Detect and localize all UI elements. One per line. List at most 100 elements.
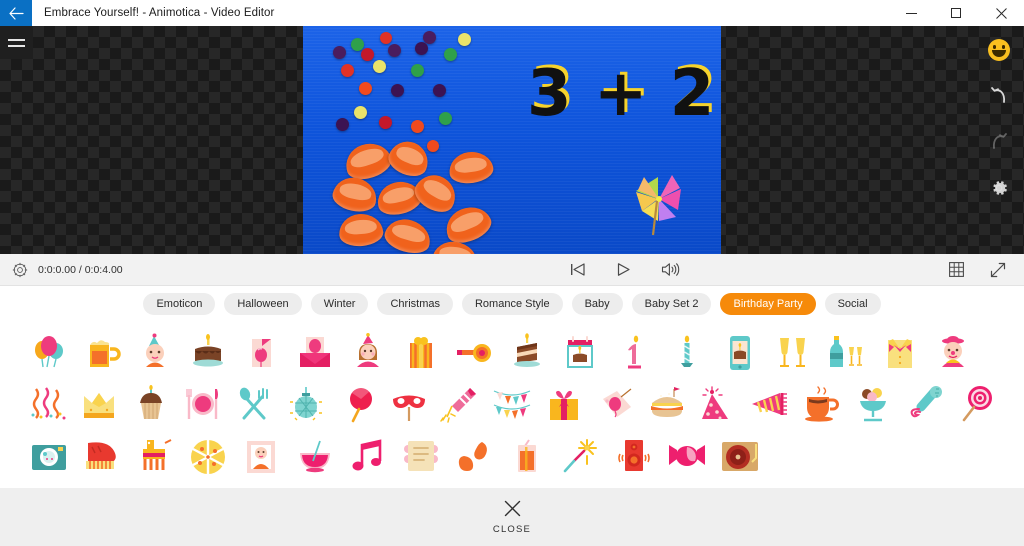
sticker-party-horn[interactable] — [744, 379, 796, 431]
minimize-button[interactable] — [889, 0, 934, 26]
tab-baby[interactable]: Baby — [571, 293, 623, 315]
sticker-grand-piano[interactable] — [75, 431, 128, 483]
sticker-cupcake[interactable] — [125, 379, 177, 431]
birthday-cake-icon — [193, 334, 224, 367]
sticker-bowtie-shirt[interactable] — [873, 327, 926, 379]
sticker-eye-mask[interactable] — [383, 379, 435, 431]
sticker-champagne-glasses[interactable] — [767, 327, 820, 379]
tab-winter[interactable]: Winter — [310, 293, 369, 315]
redo-button[interactable] — [983, 126, 1015, 158]
sticker-clown[interactable] — [926, 327, 979, 379]
sticker-phone-cake[interactable] — [713, 327, 766, 379]
candy-dot — [433, 84, 446, 97]
sticker-snacks[interactable] — [448, 431, 501, 483]
sticker-lollipop-spiral[interactable] — [950, 379, 1002, 431]
close-panel-bar[interactable]: CLOSE — [0, 488, 1024, 546]
sticker-beer-mug[interactable] — [75, 327, 128, 379]
skip-to-start-button[interactable] — [569, 262, 586, 277]
sticker-candle-number-one[interactable] — [607, 327, 660, 379]
tab-emoticon[interactable]: Emoticon — [143, 293, 216, 315]
sticker-birthday-cake[interactable] — [182, 327, 235, 379]
tab-christmas[interactable]: Christmas — [377, 293, 453, 315]
tab-romance-style[interactable]: Romance Style — [461, 293, 563, 315]
candles-two-icon — [680, 335, 693, 367]
sticker-spoon-fork[interactable] — [228, 379, 280, 431]
transport-controls — [300, 262, 949, 277]
sticker-disco-ball[interactable] — [280, 379, 332, 431]
sticker-streamers[interactable] — [22, 379, 74, 431]
menu-button[interactable] — [0, 26, 33, 59]
sticker-cake-slice[interactable] — [501, 327, 554, 379]
sticker-music-note[interactable] — [341, 431, 394, 483]
sticker-party-hat[interactable] — [693, 379, 745, 431]
sticker-greeting-card[interactable] — [235, 327, 288, 379]
candy-dot — [411, 120, 424, 133]
skip-previous-icon — [571, 263, 585, 276]
tab-baby-set-2[interactable]: Baby Set 2 — [631, 293, 712, 315]
undo-arrow-icon — [991, 87, 1006, 103]
overlay-text[interactable]: 3 + 2 — [527, 62, 714, 126]
transport-right — [949, 262, 1024, 278]
back-button[interactable] — [0, 0, 32, 26]
sticker-party-blower[interactable] — [448, 327, 501, 379]
sticker-firework-rocket[interactable] — [435, 379, 487, 431]
candy-dot — [391, 84, 404, 97]
tab-social[interactable]: Social — [824, 293, 881, 315]
sticker-gift-box-pink[interactable] — [538, 379, 590, 431]
cake-slice-icon — [514, 333, 541, 367]
tab-halloween[interactable]: Halloween — [224, 293, 302, 315]
sticker-lollipop-red[interactable] — [331, 379, 383, 431]
sticker-microphone[interactable] — [899, 379, 951, 431]
sticker-envelope-balloon[interactable] — [288, 327, 341, 379]
sticker-emoji-tool-button[interactable] — [983, 34, 1015, 66]
instant-camera-icon — [31, 445, 66, 470]
sticker-juice-glass[interactable] — [501, 431, 554, 483]
sticker-sparkler[interactable] — [554, 431, 607, 483]
sticker-balloons[interactable] — [22, 327, 75, 379]
pizza-icon — [191, 440, 226, 474]
candy-dot — [359, 82, 372, 95]
hamburger-menu-icon-bar2 — [8, 44, 25, 47]
sticker-gift-box-striped[interactable] — [394, 327, 447, 379]
sticker-champagne-bottle[interactable] — [820, 327, 873, 379]
sticker-bunting-flags[interactable] — [486, 379, 538, 431]
video-preview[interactable]: 3 + 2 — [303, 26, 721, 254]
party-horn-icon — [751, 393, 787, 415]
sticker-instant-camera[interactable] — [22, 431, 75, 483]
sticker-party-boy[interactable] — [128, 327, 181, 379]
sticker-row — [22, 327, 1002, 379]
sticker-wrapped-candy[interactable] — [660, 431, 713, 483]
maximize-button[interactable] — [934, 0, 979, 26]
sticker-calendar-cake[interactable] — [554, 327, 607, 379]
sticker-party-girl[interactable] — [341, 327, 394, 379]
sticker-candles-two[interactable] — [660, 327, 713, 379]
sticker-speaker[interactable] — [607, 431, 660, 483]
close-window-button[interactable] — [979, 0, 1024, 26]
sticker-punch-bowl[interactable] — [288, 431, 341, 483]
hamburger-menu-icon — [8, 38, 25, 41]
tab-birthday-party[interactable]: Birthday Party — [720, 293, 816, 315]
pinwheel-sticker[interactable] — [628, 161, 690, 236]
sticker-turntable[interactable] — [713, 431, 766, 483]
sticker-ice-cream-sundae[interactable] — [847, 379, 899, 431]
sticker-pizza[interactable] — [182, 431, 235, 483]
sticker-photo-frame[interactable] — [235, 431, 288, 483]
sticker-balloon-tag[interactable] — [589, 379, 641, 431]
sticker-pinata[interactable] — [128, 431, 181, 483]
expand-diagonal-icon — [990, 262, 1006, 277]
play-button[interactable] — [616, 262, 631, 277]
sticker-plate-cutlery[interactable] — [177, 379, 229, 431]
sticker-invitation-letter[interactable] — [394, 431, 447, 483]
capture-settings-button[interactable] — [12, 262, 28, 278]
fullscreen-button[interactable] — [990, 262, 1006, 278]
undo-button[interactable] — [983, 80, 1015, 112]
eye-mask-icon — [392, 395, 425, 421]
grid-view-button[interactable] — [949, 262, 964, 277]
settings-button[interactable] — [983, 172, 1015, 204]
transport-bar: 0:0:0.00 / 0:0:4.00 — [0, 254, 1024, 286]
sticker-coffee-cup[interactable] — [796, 379, 848, 431]
photo-frame-icon — [247, 441, 276, 473]
volume-button[interactable] — [661, 262, 680, 277]
sticker-crown[interactable] — [74, 379, 126, 431]
sticker-burger[interactable] — [641, 379, 693, 431]
